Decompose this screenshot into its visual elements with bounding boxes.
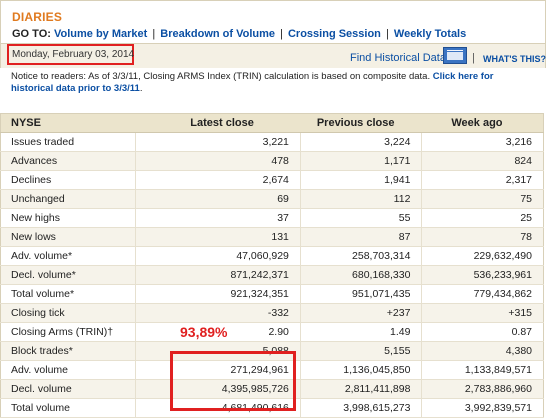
row-label: Decl. volume — [0, 379, 136, 399]
table-cell: 87 — [300, 227, 423, 247]
table-cell: 47,060,929 — [135, 246, 301, 266]
calendar-icon[interactable] — [443, 47, 467, 64]
table-cell: 0.87 — [421, 322, 544, 342]
table-cell: 69 — [135, 189, 301, 209]
table-cell: 536,233,961 — [421, 265, 544, 285]
table-row: Unchanged 69 112 75 — [0, 189, 544, 209]
nav-separator: | — [152, 28, 156, 40]
nav-separator: | — [385, 28, 389, 40]
table-cell: 5,155 — [300, 341, 423, 361]
col-header-previous-close: Previous close — [300, 113, 422, 133]
table-row: Total volume* 921,324,351 951,071,435 779,4… — [0, 284, 544, 304]
table-row: Closing tick -332 +237 +315 — [0, 303, 544, 323]
row-label: Advances — [0, 151, 136, 171]
table-cell: 1,133,849,571 — [421, 360, 544, 380]
table-cell: 1,171 — [300, 151, 423, 171]
row-label: Issues traded — [0, 132, 136, 152]
table-cell: 4,380 — [421, 341, 544, 361]
table-cell: 680,168,330 — [300, 265, 423, 285]
link-crossing-session[interactable]: Crossing Session — [288, 28, 381, 40]
notice-text: Notice to readers: As of 3/3/11, Closing… — [11, 71, 536, 94]
row-label: Declines — [0, 170, 136, 190]
diaries-page: DIARIES GO TO: Volume by Market | Breakd… — [0, 0, 550, 418]
table-cell: 871,242,371 — [135, 265, 301, 285]
table-cell: 25 — [421, 208, 544, 228]
nav-separator: | — [280, 28, 283, 40]
col-header-week-ago: Week ago — [421, 113, 544, 133]
table-cell: 779,434,862 — [421, 284, 544, 304]
row-label: Adv. volume* — [0, 246, 136, 266]
table-cell: 75 — [421, 189, 544, 209]
table-cell: 131 — [135, 227, 301, 247]
row-label: Closing tick — [0, 303, 136, 323]
date-bar-separator: | — [472, 52, 475, 64]
goto-label: GO TO: — [12, 28, 51, 40]
table-cell: 2,783,886,960 — [421, 379, 544, 399]
find-historical-data-link[interactable]: Find Historical Data — [350, 52, 446, 64]
table-cell: 2,317 — [421, 170, 544, 190]
row-label: Total volume* — [0, 284, 136, 304]
table-cell: 78 — [421, 227, 544, 247]
table-row: New lows 131 87 78 — [0, 227, 544, 247]
table-cell: -332 — [135, 303, 301, 323]
table-cell: 55 — [300, 208, 423, 228]
table-cell: 921,324,351 — [135, 284, 301, 304]
table-cell: 258,703,314 — [300, 246, 423, 266]
table-cell: 3,992,839,571 — [421, 398, 544, 418]
row-label: Total volume — [0, 398, 136, 418]
table-header-row: NYSE Latest close Previous close Week ag… — [0, 113, 544, 133]
table-cell: 3,221 — [135, 132, 301, 152]
table-cell: +237 — [300, 303, 423, 323]
row-label: New lows — [0, 227, 136, 247]
table-cell: 3,224 — [300, 132, 423, 152]
table-cell: 112 — [300, 189, 423, 209]
col-header-latest-close: Latest close — [135, 113, 301, 133]
table-row: Adv. volume* 47,060,929 258,703,314 229,632… — [0, 246, 544, 266]
link-weekly-totals[interactable]: Weekly Totals — [394, 28, 466, 40]
table-cell: +315 — [421, 303, 544, 323]
table-cell: 37 — [135, 208, 301, 228]
notice-body: Notice to readers: As of 3/3/11, Closing… — [11, 71, 433, 82]
row-label: Block trades* — [0, 341, 136, 361]
row-label: Decl. volume* — [0, 265, 136, 285]
table-cell: 2,674 — [135, 170, 301, 190]
table-cell: 824 — [421, 151, 544, 171]
table-row: Declines 2,674 1,941 2,317 — [0, 170, 544, 190]
table-row: Issues traded 3,221 3,224 3,216 — [0, 132, 544, 152]
row-label: New highs — [0, 208, 136, 228]
goto-nav: GO TO: Volume by Market | Breakdown of V… — [12, 28, 466, 40]
table-cell: 2,811,411,898 — [300, 379, 423, 399]
table-cell: 1.49 — [300, 322, 423, 342]
whats-this-link[interactable]: WHAT'S THIS? — [483, 54, 546, 64]
table-cell: 1,136,045,850 — [300, 360, 423, 380]
link-breakdown-of-volume[interactable]: Breakdown of Volume — [160, 28, 275, 40]
section-title: DIARIES — [12, 10, 63, 24]
table-row: New highs 37 55 25 — [0, 208, 544, 228]
table-cell: 3,998,615,273 — [300, 398, 423, 418]
row-label: Adv. volume — [0, 360, 136, 380]
table-cell: 3,216 — [421, 132, 544, 152]
percent-annotation: 93,89% — [180, 324, 228, 340]
table-cell: 951,071,435 — [300, 284, 423, 304]
col-header-market: NYSE — [0, 113, 136, 133]
table-cell: 1,941 — [300, 170, 423, 190]
table-row: Closing Arms (TRIN)† 2.90 1.49 0.87 — [0, 322, 544, 342]
table-cell: 229,632,490 — [421, 246, 544, 266]
link-volume-by-market[interactable]: Volume by Market — [54, 28, 147, 40]
table-row: Decl. volume* 871,242,371 680,168,330 536,2… — [0, 265, 544, 285]
notice-suffix: . — [139, 82, 143, 94]
row-label: Closing Arms (TRIN)† — [0, 322, 136, 342]
table-cell: 478 — [135, 151, 301, 171]
row-label: Unchanged — [0, 189, 136, 209]
current-date: Monday, February 03, 2014 — [12, 49, 135, 60]
table-row: Advances 478 1,171 824 — [0, 151, 544, 171]
volume-highlight-box — [170, 351, 296, 411]
